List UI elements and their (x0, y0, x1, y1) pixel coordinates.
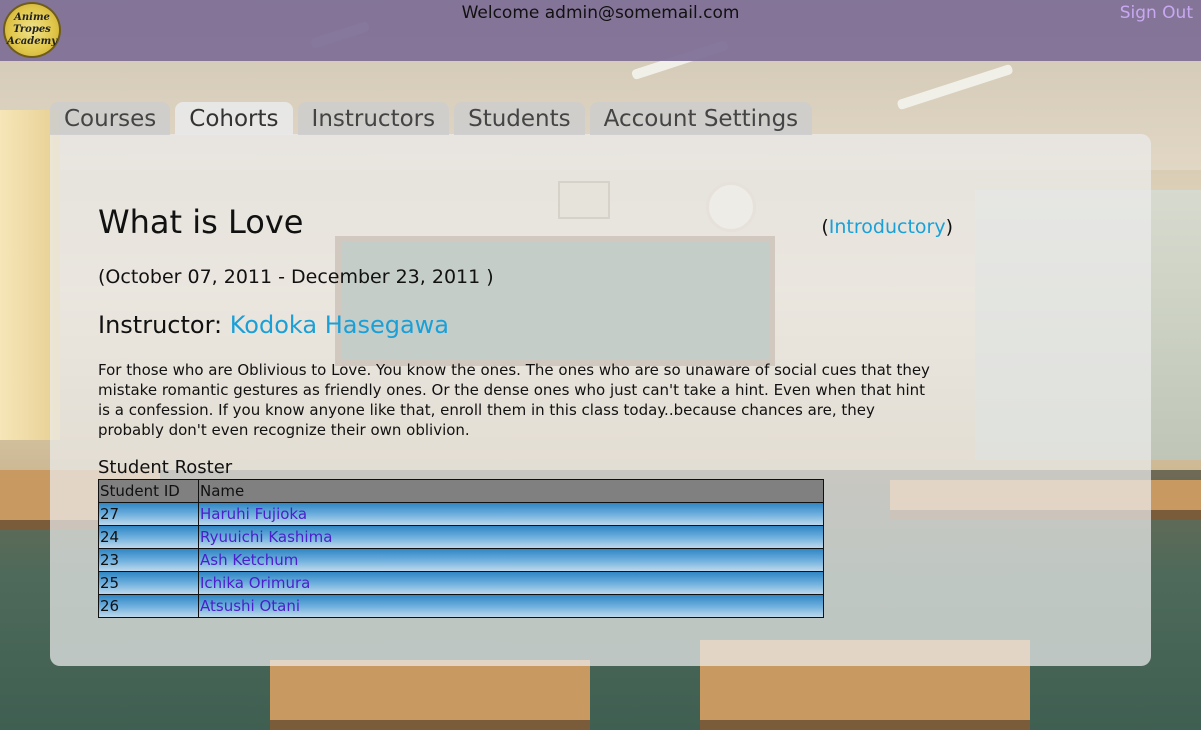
student-id-cell: 25 (98, 571, 199, 595)
student-link[interactable]: Ichika Orimura (200, 574, 310, 592)
instructor-label: Instructor: (98, 311, 223, 339)
instructor-link[interactable]: Kodoka Hasegawa (230, 311, 449, 339)
student-roster-title: Student Roster (98, 457, 233, 478)
table-row: 25 Ichika Orimura (98, 571, 824, 595)
column-header-student-id: Student ID (98, 479, 199, 503)
sign-out-link[interactable]: Sign Out (1120, 3, 1193, 23)
student-link[interactable]: Ryuuichi Kashima (200, 528, 332, 546)
main-tabs: Courses Cohorts Instructors Students Acc… (50, 102, 813, 135)
cohort-description: For those who are Oblivious to Love. You… (98, 361, 930, 439)
student-name-cell: Haruhi Fujioka (198, 502, 824, 526)
level-link[interactable]: Introductory (829, 216, 946, 238)
student-link[interactable]: Ash Ketchum (200, 551, 298, 569)
tab-students[interactable]: Students (454, 102, 585, 135)
table-row: 26 Atsushi Otani (98, 594, 824, 618)
student-name-cell: Atsushi Otani (198, 594, 824, 618)
tab-instructors[interactable]: Instructors (297, 102, 450, 135)
student-id-cell: 24 (98, 525, 199, 549)
cohort-dates: (October 07, 2011 - December 23, 2011 ) (98, 266, 494, 288)
table-header-row: Student ID Name (98, 479, 824, 503)
top-header: Anime Tropes Academy Welcome admin@somem… (0, 0, 1201, 61)
student-link[interactable]: Atsushi Otani (200, 597, 300, 615)
cohort-instructor: Instructor: Kodoka Hasegawa (98, 311, 449, 339)
table-row: 24 Ryuuichi Kashima (98, 525, 824, 549)
student-name-cell: Ryuuichi Kashima (198, 525, 824, 549)
cohort-level: (Introductory) (821, 216, 953, 238)
student-id-cell: 23 (98, 548, 199, 572)
student-roster-table: Student ID Name 27 Haruhi Fujioka 24 Ryu… (98, 479, 824, 618)
tab-cohorts[interactable]: Cohorts (175, 102, 293, 135)
background-desk (270, 660, 590, 730)
tab-account-settings[interactable]: Account Settings (589, 102, 813, 135)
logo-text-line2: Academy (6, 36, 58, 47)
student-name-cell: Ash Ketchum (198, 548, 824, 572)
student-link[interactable]: Haruhi Fujioka (200, 505, 307, 523)
student-id-cell: 27 (98, 502, 199, 526)
column-header-name: Name (198, 479, 824, 503)
student-id-cell: 26 (98, 594, 199, 618)
cohort-title: What is Love (98, 203, 304, 241)
welcome-message: Welcome admin@somemail.com (461, 3, 740, 23)
table-row: 23 Ash Ketchum (98, 548, 824, 572)
student-name-cell: Ichika Orimura (198, 571, 824, 595)
tab-courses[interactable]: Courses (50, 102, 171, 135)
table-row: 27 Haruhi Fujioka (98, 502, 824, 526)
